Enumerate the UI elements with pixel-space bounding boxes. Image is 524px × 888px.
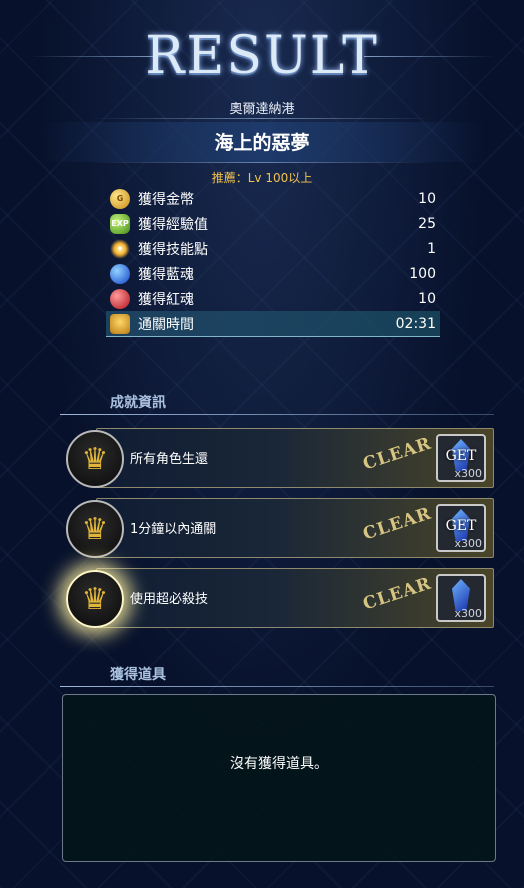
stat-row-red-soul: 獲得紅魂 10 [110, 286, 440, 311]
stat-value: 25 [418, 215, 436, 232]
stat-label: 獲得金幣 [138, 191, 194, 208]
title-divider-right [364, 56, 494, 57]
achievements-heading: 成就資訊 [60, 392, 494, 416]
result-header: RESULT [0, 22, 524, 92]
gold-coin-icon: G [110, 188, 130, 209]
crown-icon: ♛ [66, 500, 124, 558]
section-divider [60, 414, 494, 415]
blue-soul-icon [110, 263, 130, 284]
reward-quantity: x300 [454, 607, 482, 620]
stat-row-skill-points: ✦ 獲得技能點 1 [110, 236, 440, 261]
achievement-item[interactable]: ♛ 使用超必殺技 CLEAR x300 [66, 564, 494, 628]
stat-row-exp: EXP 獲得經驗值 25 [110, 211, 440, 236]
skill-point-icon: ✦ [110, 238, 130, 259]
stat-value: 1 [427, 240, 436, 257]
stage-name: 海上的惡夢 [214, 132, 310, 154]
stat-label: 獲得技能點 [138, 241, 208, 258]
stat-value: 100 [409, 265, 436, 282]
achievement-item[interactable]: ♛ 1分鐘以內通關 CLEAR GET x300 [66, 494, 494, 558]
reward-quantity: x300 [454, 467, 482, 480]
items-heading: 獲得道具 [60, 664, 494, 688]
obtained-items-panel: 沒有獲得道具。 [62, 694, 496, 862]
stat-row-blue-soul: 獲得藍魂 100 [110, 261, 440, 286]
stat-label: 獲得藍魂 [138, 266, 194, 283]
stat-value: 02:31 [395, 315, 436, 332]
crown-icon: ♛ [66, 430, 124, 488]
reward-crystal-slot[interactable]: GET x300 [436, 504, 486, 552]
achievement-name: 1分鐘以內通關 [130, 522, 217, 537]
reward-crystal-slot[interactable]: GET x300 [436, 434, 486, 482]
section-divider [60, 686, 494, 687]
stat-value: 10 [418, 290, 436, 307]
location-divider [90, 118, 434, 119]
achievement-item[interactable]: ♛ 所有角色生還 CLEAR GET x300 [66, 424, 494, 488]
stat-value: 10 [418, 190, 436, 207]
location-name: 奧爾達納港 [229, 102, 295, 117]
reward-quantity: x300 [454, 537, 482, 550]
section-title: 獲得道具 [110, 667, 166, 683]
stats-list: G 獲得金幣 10 EXP 獲得經驗值 25 ✦ 獲得技能點 1 獲得藍魂 10… [106, 186, 440, 337]
achievement-name: 所有角色生還 [130, 452, 209, 467]
stat-row-gold: G 獲得金幣 10 [110, 186, 440, 211]
reward-crystal-slot[interactable]: x300 [436, 574, 486, 622]
achievement-name: 使用超必殺技 [130, 592, 209, 607]
stat-label: 通關時間 [138, 316, 194, 333]
recommended-level: 推薦：Lv 100以上 [211, 171, 313, 185]
section-title: 成就資訊 [110, 395, 166, 411]
exp-icon: EXP [110, 213, 130, 234]
stat-label: 獲得經驗值 [138, 216, 208, 233]
trophy-icon [110, 313, 130, 334]
get-label: GET [445, 448, 477, 464]
stat-label: 獲得紅魂 [138, 291, 194, 308]
crown-icon: ♛ [66, 570, 124, 628]
get-label: GET [445, 518, 477, 534]
stage-divider [90, 162, 434, 163]
red-soul-icon [110, 288, 130, 309]
empty-items-message: 沒有獲得道具。 [230, 756, 328, 772]
stat-row-clear-time: 通關時間 02:31 [106, 311, 440, 337]
